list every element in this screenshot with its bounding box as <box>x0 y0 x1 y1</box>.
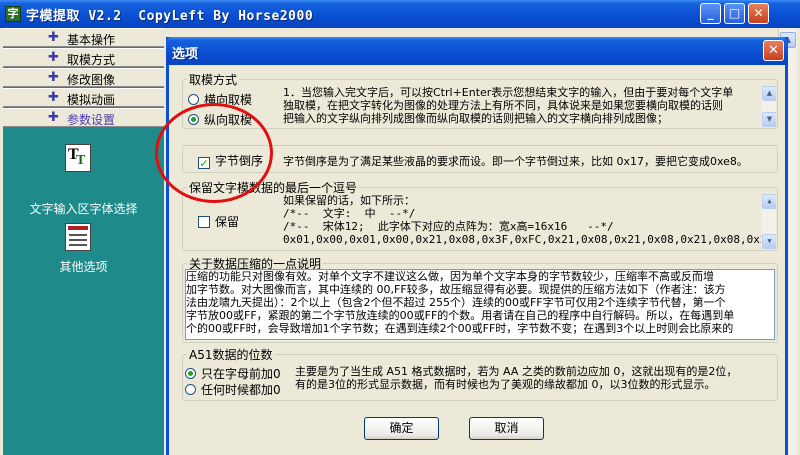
keep-comma-checkbox[interactable]: 保留 <box>198 213 239 230</box>
plus-icon: ✚ <box>48 50 59 65</box>
nav-item-label: 基本操作 <box>67 33 116 47</box>
radio-dot-selected[interactable] <box>185 368 196 379</box>
radio-dot-selected[interactable] <box>188 114 199 125</box>
font-select-icon[interactable]: TT <box>65 144 91 172</box>
scroll-down-arrow-icon[interactable]: ▼ <box>762 234 776 249</box>
nav-item-basic-ops[interactable]: ✚ 基本操作 <box>3 28 164 47</box>
font-select-label[interactable]: 文字输入区字体选择 <box>3 200 164 217</box>
checkbox-label: 保留 <box>215 215 240 229</box>
radio-a51-always[interactable]: 任何时候都加0 <box>185 381 281 398</box>
nav-item-settings[interactable]: ✚ 参数设置 <box>3 108 164 127</box>
maximize-button[interactable]: □ <box>724 3 745 24</box>
nav-item-sampling-mode[interactable]: ✚ 取模方式 <box>3 48 164 67</box>
radio-dot[interactable] <box>185 384 196 395</box>
nav-item-animation[interactable]: ✚ 模拟动画 <box>3 88 164 107</box>
compression-line: 个的00或FF时，会导致增加1个字节数；在遇到连续2个00或FF时，字节数不变；… <box>186 322 734 335</box>
keep-comma-desc-line: /*-- 宋体12; 此字体下对应的点阵为：宽x高=16x16 --*/ <box>283 220 614 233</box>
keep-comma-description: 如果保留的话，如下所示： /*-- 文字: 中 --*/ /*-- 宋体12; … <box>283 194 776 249</box>
compression-line: 字节放00或FF，紧跟的第二个字节放连续的00或FF的个数。用者请在自己的程序中… <box>186 309 735 322</box>
a51-desc-line: 主要是为了当生成 A51 格式数据时，若为 AA 之类的数前边应加 0，这就出现… <box>295 365 738 378</box>
byte-order-checkbox[interactable]: ✓ 字节倒序 <box>198 152 263 169</box>
keep-comma-scrollbar[interactable]: ▲ ▼ <box>761 194 776 249</box>
radio-vertical-sampling[interactable]: 纵向取模 <box>188 111 252 128</box>
nav-item-label: 取模方式 <box>67 53 116 67</box>
sampling-desc-line: 独取模，在把文字转化为图像的处理方法上有所不同，具体说来是如果您要横向取模的话则 <box>283 99 723 112</box>
main-titlebar[interactable]: 字 字模提取 V2.2 CopyLeft By Horse2000 _ □ ✕ <box>0 0 800 28</box>
scroll-up-arrow-icon[interactable]: ▲ <box>762 86 776 101</box>
nav-item-label: 修改图像 <box>67 73 116 87</box>
main-window-title: 字模提取 V2.2 CopyLeft By Horse2000 <box>26 9 314 24</box>
sampling-desc-line: 1．当您输入完文字后，可以按Ctrl+Enter表示您想结束文字的输入，但由于要… <box>283 86 734 99</box>
plus-icon: ✚ <box>48 110 59 125</box>
radio-label: 只在字母前加0 <box>201 367 281 381</box>
a51-description: 主要是为了当生成 A51 格式数据时，若为 AA 之类的数前边应加 0，这就出现… <box>295 365 775 395</box>
radio-horizontal-sampling[interactable]: 横向取模 <box>188 91 252 108</box>
dialog-titlebar[interactable]: 选项 ✕ <box>166 37 788 65</box>
other-options-icon[interactable] <box>65 223 91 251</box>
compression-line: 加字节数。对大图像而言，其中连续的 00,FF较多，故压缩显得有必要。现提供的压… <box>186 283 726 296</box>
cancel-button[interactable]: 取消 <box>469 417 544 440</box>
radio-label: 纵向取模 <box>204 113 253 127</box>
radio-a51-letters-only[interactable]: 只在字母前加0 <box>185 365 281 382</box>
checkbox-box[interactable] <box>198 216 210 228</box>
a51-desc-line: 有的是3位的形式显示数据，而有时候也为了美观的缘故都加 0，以3位数的形式显示。 <box>295 378 716 391</box>
sampling-mode-legend: 取模方式 <box>189 73 238 87</box>
radio-dot[interactable] <box>188 94 199 105</box>
plus-icon: ✚ <box>48 70 59 85</box>
a51-legend: A51数据的位数 <box>189 348 273 362</box>
main-close-button[interactable]: ✕ <box>748 3 769 24</box>
keep-comma-desc-line: /*-- 文字: 中 --*/ <box>283 207 416 220</box>
byte-order-description: 字节倒序是为了满足某些液晶的要求而设。即一个字节倒过来，比如 0x17，要把它变… <box>283 155 748 168</box>
nav-item-label: 参数设置 <box>67 113 116 127</box>
minimize-button[interactable]: _ <box>700 3 721 24</box>
ok-button[interactable]: 确定 <box>364 417 439 440</box>
checkbox-label: 字节倒序 <box>215 154 264 168</box>
sampling-scrollbar[interactable]: ▲ ▼ <box>761 86 776 127</box>
scroll-down-arrow-icon[interactable]: ▼ <box>762 112 776 127</box>
plus-icon: ✚ <box>48 30 59 45</box>
radio-label: 任何时候都加0 <box>201 383 281 397</box>
sampling-description: 1．当您输入完文字后，可以按Ctrl+Enter表示您想结束文字的输入，但由于要… <box>283 86 776 127</box>
plus-icon: ✚ <box>48 90 59 105</box>
dialog-close-button[interactable]: ✕ <box>763 40 784 61</box>
dialog-title: 选项 <box>172 47 199 62</box>
compression-textbox[interactable]: 压缩的功能只对图像有效。对单个文字不建议这么做，因为单个文字本身的字节数较少，压… <box>185 269 775 340</box>
sampling-desc-line: 把输入的文字纵向排列成图像而纵向取模的话则把输入的文字横向排列成图像； <box>283 112 668 125</box>
scroll-up-arrow-icon[interactable]: ▲ <box>762 194 776 209</box>
compression-line: 法由龙啸九天提出）：2个以上（包含2个但不超过 255个）连续的00或FF字节可… <box>186 296 726 309</box>
left-nav-panel: ✚ 基本操作 ✚ 取模方式 ✚ 修改图像 ✚ 模拟动画 ✚ 参数设置 TT 文字… <box>3 28 164 455</box>
app-icon: 字 <box>5 6 21 22</box>
compression-line: 压缩的功能只对图像有效。对单个文字不建议这么做，因为单个文字本身的字节数较少，压… <box>186 270 714 283</box>
keep-comma-desc-line: 0x01,0x00,0x01,0x00,0x21,0x08,0x3F,0xFC,… <box>283 233 776 246</box>
nav-item-edit-image[interactable]: ✚ 修改图像 <box>3 68 164 87</box>
other-options-label[interactable]: 其他选项 <box>3 258 164 275</box>
nav-item-label: 模拟动画 <box>67 93 116 107</box>
keep-comma-desc-line: 如果保留的话，如下所示： <box>283 194 415 207</box>
radio-label: 横向取模 <box>204 93 253 107</box>
checkbox-box-checked[interactable]: ✓ <box>198 157 210 169</box>
options-dialog: 选项 ✕ 取模方式 横向取模 纵向取模 1．当您输入完文字后，可以按Ctrl+E… <box>166 37 788 455</box>
